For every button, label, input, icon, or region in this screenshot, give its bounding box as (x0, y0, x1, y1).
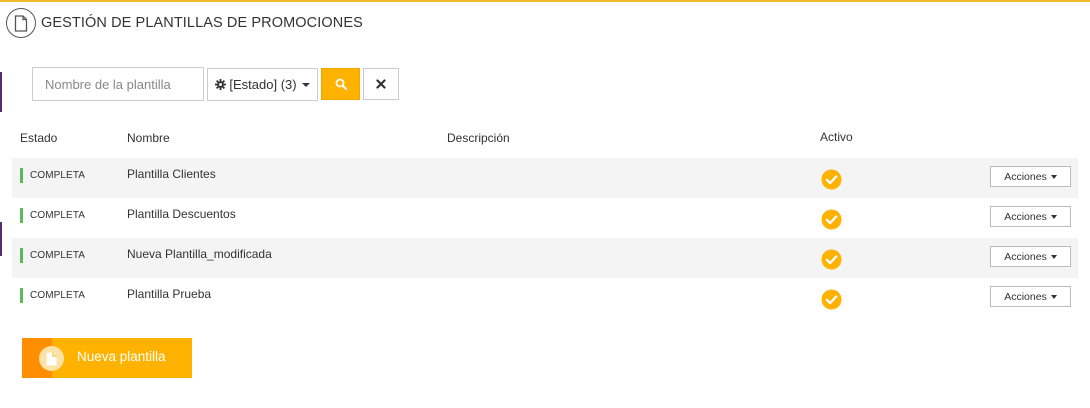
check-circle-icon (821, 289, 842, 310)
check-circle-icon (821, 249, 842, 270)
side-accent-bar (0, 72, 2, 112)
column-header-descripcion: Descripción (447, 131, 510, 145)
chevron-down-icon (1050, 294, 1057, 299)
close-icon (376, 79, 386, 89)
table-row: COMPLETA Plantilla Descuentos Acciones (12, 198, 1078, 238)
template-name: Plantilla Descuentos (127, 207, 236, 221)
status-badge: COMPLETA (20, 288, 85, 303)
check-circle-icon (821, 169, 842, 190)
actions-dropdown-button[interactable]: Acciones (990, 286, 1071, 307)
column-header-estado: Estado (20, 131, 58, 145)
status-badge: COMPLETA (20, 168, 85, 183)
status-badge: COMPLETA (20, 248, 85, 263)
estado-filter-dropdown[interactable]: [Estado] (3) (207, 68, 318, 101)
template-name: Nueva Plantilla_modificada (127, 247, 272, 261)
search-icon (335, 78, 347, 90)
table-row: COMPLETA Plantilla Prueba Acciones (12, 278, 1078, 318)
table-row: COMPLETA Nueva Plantilla_modificada Acci… (12, 238, 1078, 278)
status-badge: COMPLETA (20, 208, 85, 223)
templates-table-body: COMPLETA Plantilla Clientes Acciones COM… (12, 158, 1078, 318)
chevron-down-icon (301, 82, 310, 87)
page-title: GESTIÓN DE PLANTILLAS DE PROMOCIONES (41, 15, 363, 31)
chevron-down-icon (1050, 214, 1057, 219)
new-template-button[interactable]: Nueva plantilla (22, 338, 192, 378)
column-header-activo: Activo (820, 130, 853, 144)
actions-label: Acciones (1004, 210, 1047, 223)
search-button[interactable] (321, 68, 360, 100)
table-row: COMPLETA Plantilla Clientes Acciones (12, 158, 1078, 198)
actions-label: Acciones (1004, 250, 1047, 263)
actions-dropdown-button[interactable]: Acciones (990, 166, 1071, 187)
actions-label: Acciones (1004, 170, 1047, 183)
search-input[interactable] (32, 67, 204, 101)
actions-dropdown-button[interactable]: Acciones (990, 246, 1071, 267)
gear-icon (215, 79, 227, 90)
column-header-nombre: Nombre (127, 131, 170, 145)
top-accent-line (0, 0, 1090, 2)
clear-filters-button[interactable] (363, 68, 399, 100)
document-icon (39, 346, 64, 371)
check-circle-icon (821, 209, 842, 230)
actions-label: Acciones (1004, 290, 1047, 303)
template-name: Plantilla Clientes (127, 167, 216, 181)
new-template-label: Nueva plantilla (77, 349, 166, 364)
document-icon (6, 8, 36, 38)
template-name: Plantilla Prueba (127, 287, 212, 301)
chevron-down-icon (1050, 254, 1057, 259)
estado-filter-label: [Estado] (3) (229, 77, 297, 92)
page-header: GESTIÓN DE PLANTILLAS DE PROMOCIONES (6, 7, 363, 39)
actions-dropdown-button[interactable]: Acciones (990, 206, 1071, 227)
chevron-down-icon (1050, 174, 1057, 179)
side-accent-bar (0, 222, 2, 256)
